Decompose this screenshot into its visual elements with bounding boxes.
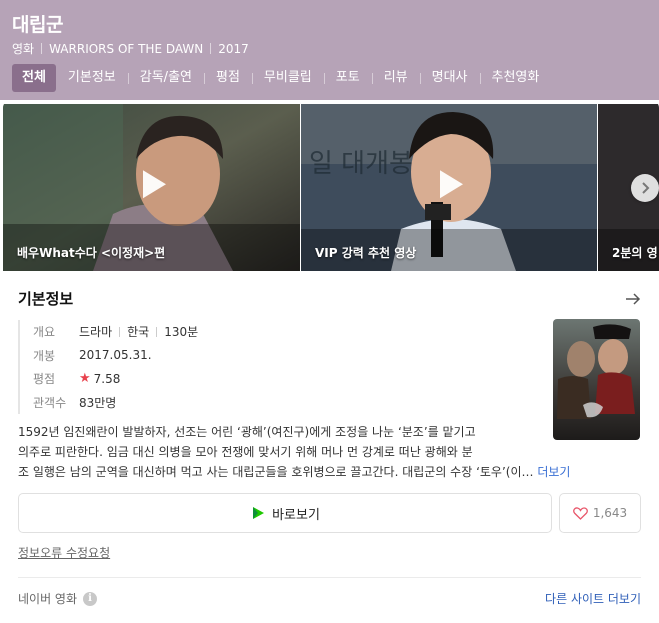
tab-basic-info[interactable]: 기본정보 [56,64,128,92]
synopsis-text: 조 일행은 남의 군역을 대신하며 먹고 사는 대립군들을 호위병으로 끌고간다… [18,465,534,479]
info-label: 개요 [33,325,56,340]
meta-english-title: WARRIORS OF THE DAWN [49,41,204,56]
tab-reviews[interactable]: 리뷰 [371,64,420,92]
section-more-button[interactable] [623,289,643,309]
video-clip[interactable]: 배우What수다 <이정재>편 [3,104,300,271]
release-date: 2017.05.31. [79,348,152,363]
tab-movie-clips[interactable]: 무비클립 [251,64,324,92]
watch-now-label: 바로보기 [272,507,320,523]
like-button[interactable]: 1,643 [559,493,641,533]
rating-value: ★ 7.58 [79,371,120,386]
video-caption: 2분의 영 [612,246,658,260]
play-icon [253,507,265,519]
divider [210,43,212,54]
meta-category: 영화 [12,42,35,56]
chevron-right-icon [642,182,650,194]
source-name: 네이버 영화 [18,592,78,606]
info-row-overview: 개요 드라마 한국 130분 [33,320,198,344]
section-title[interactable]: 기본정보 [18,288,73,309]
tab-rating[interactable]: 평점 [204,64,252,92]
source-label: 네이버 영화 i [18,590,98,607]
synopsis-line: 조 일행은 남의 군역을 대신하며 먹고 사는 대립군들을 호위병으로 끌고간다… [18,462,643,482]
info-label: 관객수 [33,395,67,410]
info-table: 개요 드라마 한국 130분 개봉 2017.05.31. 평점 ★ 7.58 … [18,320,198,414]
heart-icon [572,506,588,520]
divider [41,43,43,54]
arrow-right-icon [626,292,641,305]
synopsis-line: 의주로 피란한다. 임금 대신 의병을 모아 전쟁에 맞서기 위해 머나 먼 강… [18,445,473,459]
watch-now-button[interactable]: 바로보기 [18,493,552,533]
synopsis: 1592년 임진왜란이 발발하자, 선조는 어린 ‘광해’(여진구)에게 조정을… [18,422,643,482]
footer: 네이버 영화 i 다른 사이트 더보기 [18,590,641,607]
info-row-rating: 평점 ★ 7.58 [33,367,198,391]
like-count: 1,643 [592,506,628,520]
play-icon [440,169,463,198]
movie-meta: 영화 WARRIORS OF THE DAWN 2017 [12,40,249,57]
genre[interactable]: 드라마 [79,323,112,340]
synopsis-more-link[interactable]: 더보기 [537,465,570,479]
synopsis-line: 1592년 임진왜란이 발발하자, 선조는 어린 ‘광해’(여진구)에게 조정을… [18,425,476,439]
info-label: 개봉 [33,348,56,363]
video-carousel: 배우What수다 <이정재>편 일 대개봉 VIP 강력 추천 영상 2분의 영 [3,104,659,271]
tab-quotes[interactable]: 명대사 [419,64,480,92]
play-icon [142,169,166,198]
section-header: 기본정보 [18,288,643,309]
tab-photos[interactable]: 포토 [323,64,372,92]
svg-text:일 대개봉: 일 대개봉 [309,149,413,179]
divider [18,577,641,578]
country: 한국 [127,325,150,340]
info-row-audience: 관객수 83만명 [33,391,198,415]
tab-all[interactable]: 전체 [12,64,56,92]
audience-count: 83만명 [79,395,117,410]
runtime: 130분 [164,325,199,340]
info-icon[interactable]: i [83,591,98,606]
tab-bar: 전체 기본정보 감독/출연 평점 무비클립 포토 리뷰 명대사 추천영화 [12,64,551,92]
movie-header: 대립군 영화 WARRIORS OF THE DAWN 2017 전체 기본정보… [0,0,659,100]
info-row-release: 개봉 2017.05.31. [33,344,198,368]
video-caption: 배우What수다 <이정재>편 [17,246,166,260]
tab-cast[interactable]: 감독/출연 [127,64,204,92]
rating-score: 7.58 [93,371,121,386]
tab-recommended[interactable]: 추천영화 [479,64,552,92]
video-clip[interactable]: 일 대개봉 VIP 강력 추천 영상 [301,104,597,271]
info-value: 드라마 한국 130분 [79,323,198,340]
other-sites-link[interactable]: 다른 사이트 더보기 [545,590,641,607]
divider [119,326,121,337]
meta-year: 2017 [218,41,249,56]
info-label: 평점 [33,372,56,387]
divider [156,326,158,337]
movie-title[interactable]: 대립군 [12,10,63,37]
video-caption: VIP 강력 추천 영상 [315,246,417,260]
content-card: 배우What수다 <이정재>편 일 대개봉 VIP 강력 추천 영상 2분의 영… [3,100,659,623]
star-icon: ★ [79,371,91,387]
report-error-link[interactable]: 정보오류 수정요청 [18,544,110,561]
carousel-next-button[interactable] [631,174,659,202]
